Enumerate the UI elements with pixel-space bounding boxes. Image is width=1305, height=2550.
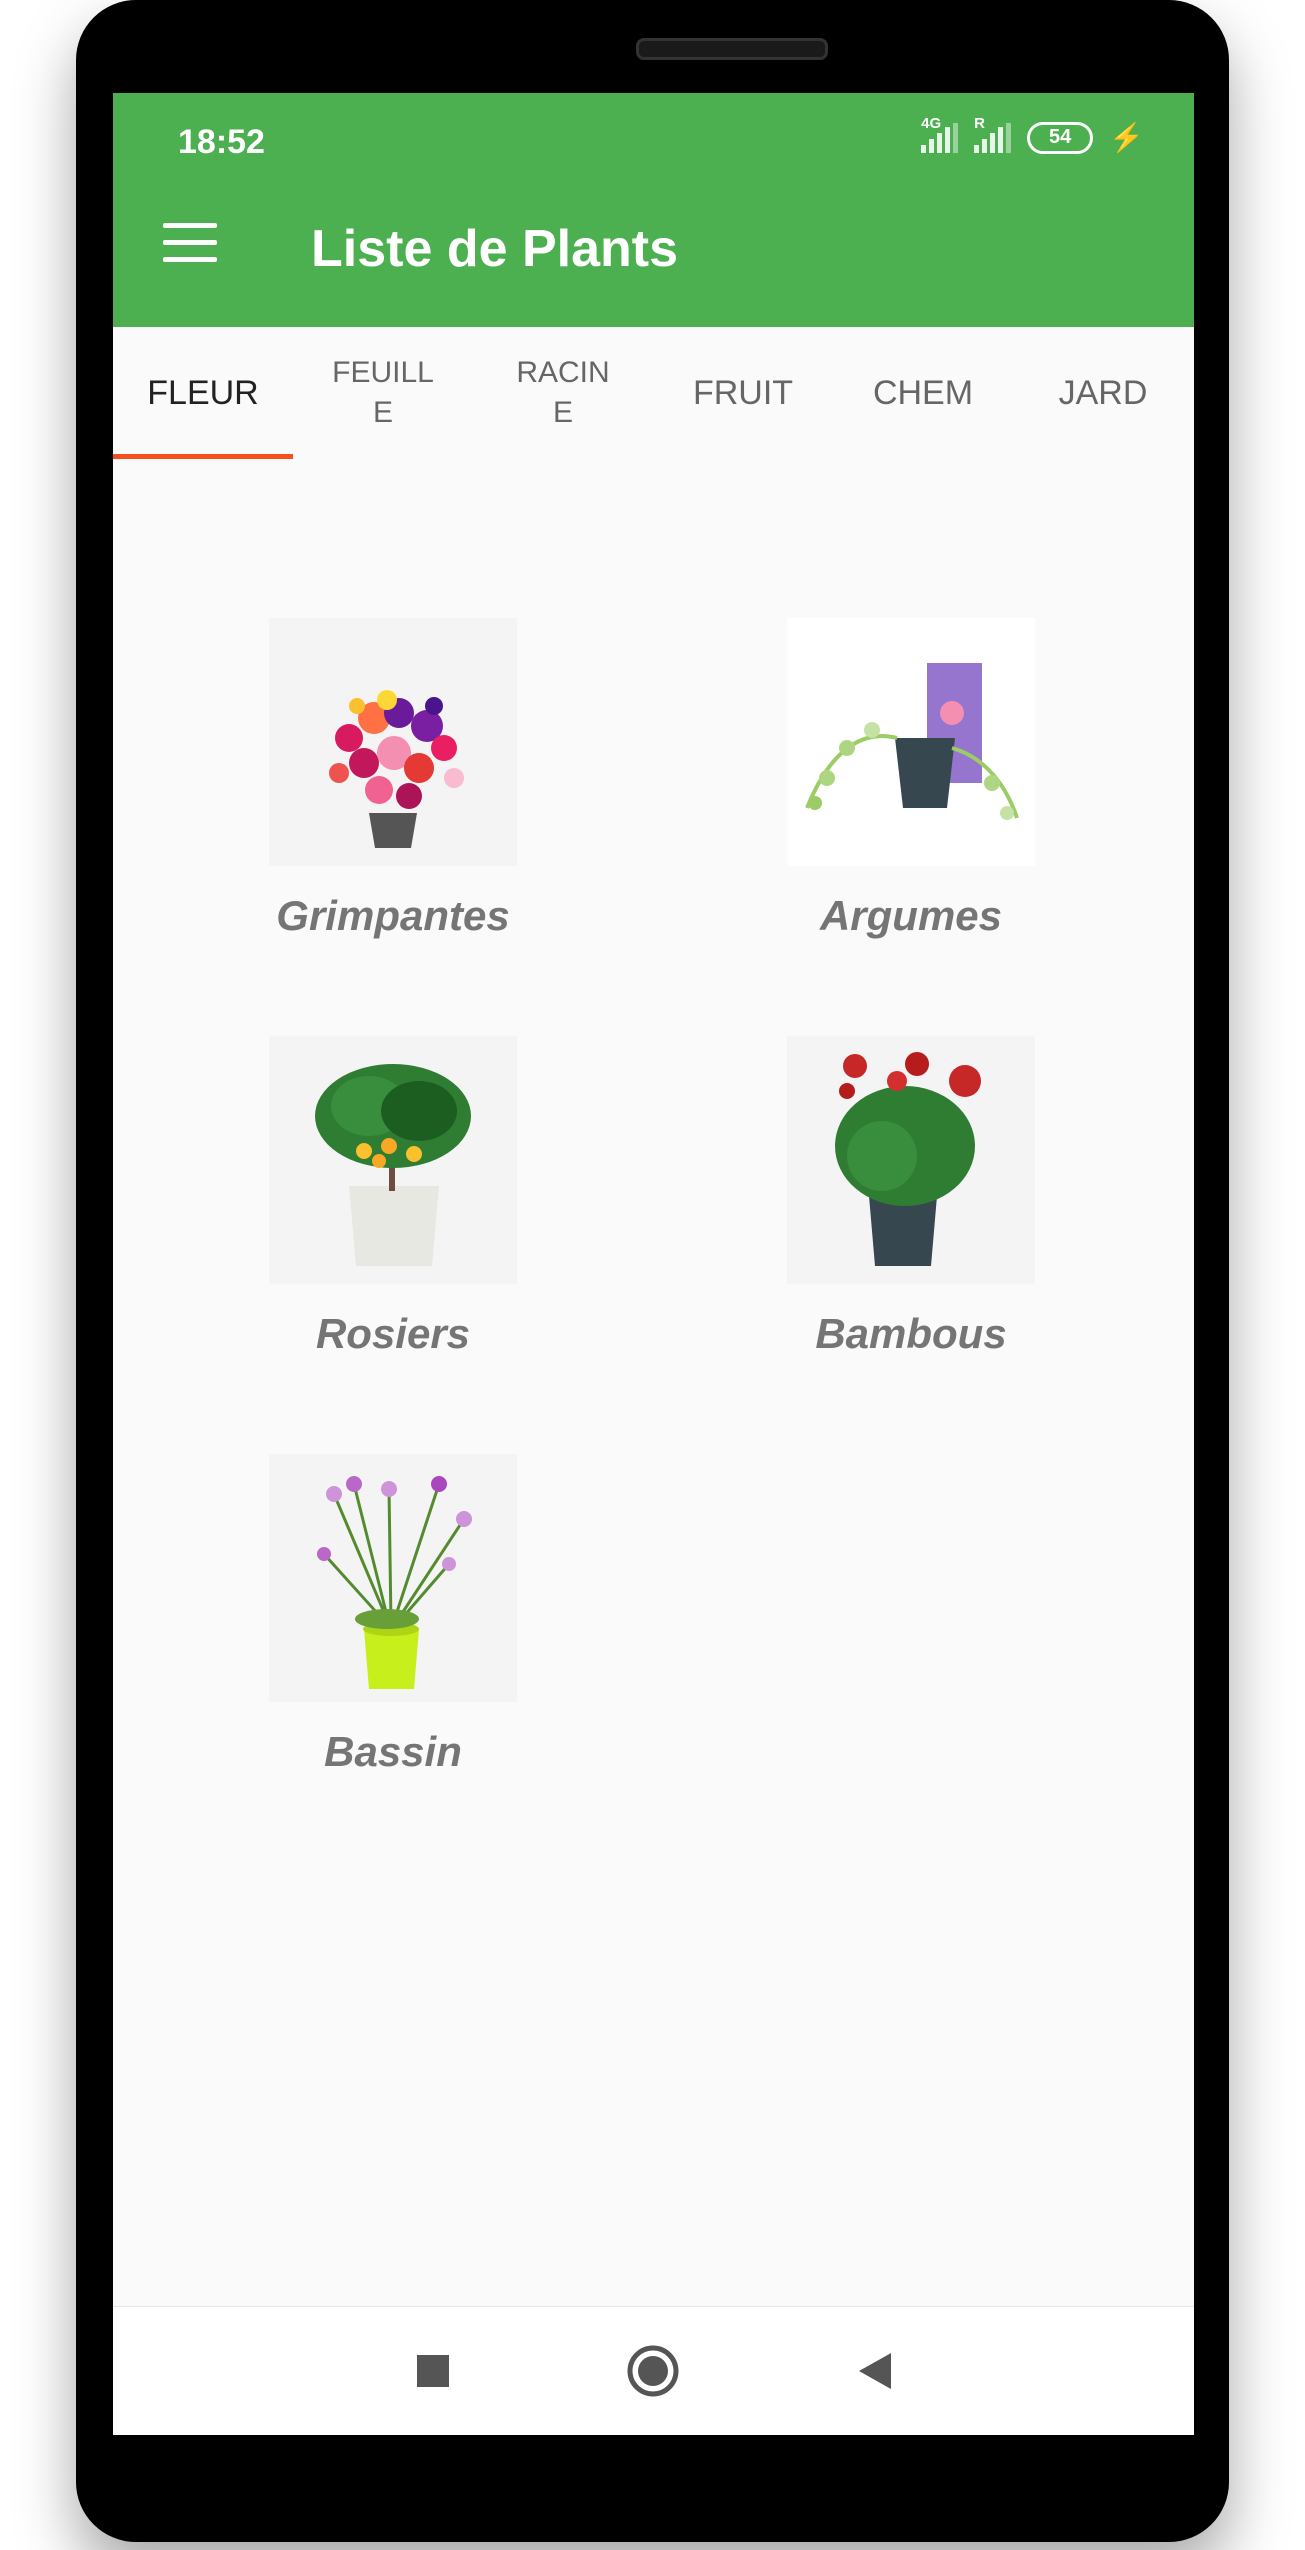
- tab-chem[interactable]: CHEM: [833, 327, 1013, 459]
- page-title: Liste de Plants: [311, 220, 678, 278]
- plant-name: Bassin: [324, 1728, 462, 1775]
- tab-fruit[interactable]: FRUIT: [653, 327, 833, 459]
- battery-icon: 54: [1027, 121, 1094, 154]
- flower-bouquet-pot-image: [269, 618, 517, 866]
- plant-card-argumes[interactable]: Argumes: [761, 618, 1061, 940]
- pink-daisy-yellow-pot-image: [269, 1454, 517, 1702]
- app-screen: 18:52 4G R 54 ⚡ Liste de Plants FLEUR FE…: [113, 93, 1194, 2435]
- recents-button[interactable]: [416, 2354, 450, 2393]
- tab-jard[interactable]: JARD: [1013, 327, 1193, 459]
- red-rose-bush-pot-image: [787, 1036, 1035, 1284]
- system-nav-bar: [113, 2306, 1194, 2435]
- plant-card-grimpantes[interactable]: Grimpantes: [243, 618, 543, 940]
- back-button[interactable]: [857, 2351, 893, 2396]
- status-time: 18:52: [178, 123, 265, 161]
- signal-roaming-icon: R: [974, 115, 1012, 153]
- plant-card-bassin[interactable]: Bassin: [243, 1454, 543, 1776]
- plant-name: Bambous: [815, 1310, 1007, 1357]
- plant-name: Grimpantes: [276, 892, 510, 939]
- app-bar: 18:52 4G R 54 ⚡ Liste de Plants: [113, 93, 1194, 327]
- phone-speaker: [636, 38, 828, 60]
- citrus-tree-pot-image: [269, 1036, 517, 1284]
- plant-name: Argumes: [819, 892, 1003, 939]
- tab-racine[interactable]: RACIN E: [473, 327, 653, 459]
- tab-fleur[interactable]: FLEUR: [113, 327, 293, 459]
- signal-4g-icon: 4G: [921, 115, 959, 153]
- tab-bar: FLEUR FEUILL E RACIN E FRUIT CHEM JARD: [113, 327, 1194, 459]
- hanging-plant-pot-image: [787, 618, 1035, 866]
- plant-name: Rosiers: [315, 1310, 471, 1357]
- menu-icon[interactable]: [163, 223, 217, 263]
- charging-bolt-icon: ⚡: [1109, 122, 1144, 153]
- status-icons: 4G R 54 ⚡: [921, 115, 1144, 154]
- home-button[interactable]: [627, 2345, 679, 2402]
- plant-card-rosiers[interactable]: Rosiers: [243, 1036, 543, 1358]
- plant-card-bambous[interactable]: Bambous: [761, 1036, 1061, 1358]
- tab-feuille[interactable]: FEUILL E: [293, 327, 473, 459]
